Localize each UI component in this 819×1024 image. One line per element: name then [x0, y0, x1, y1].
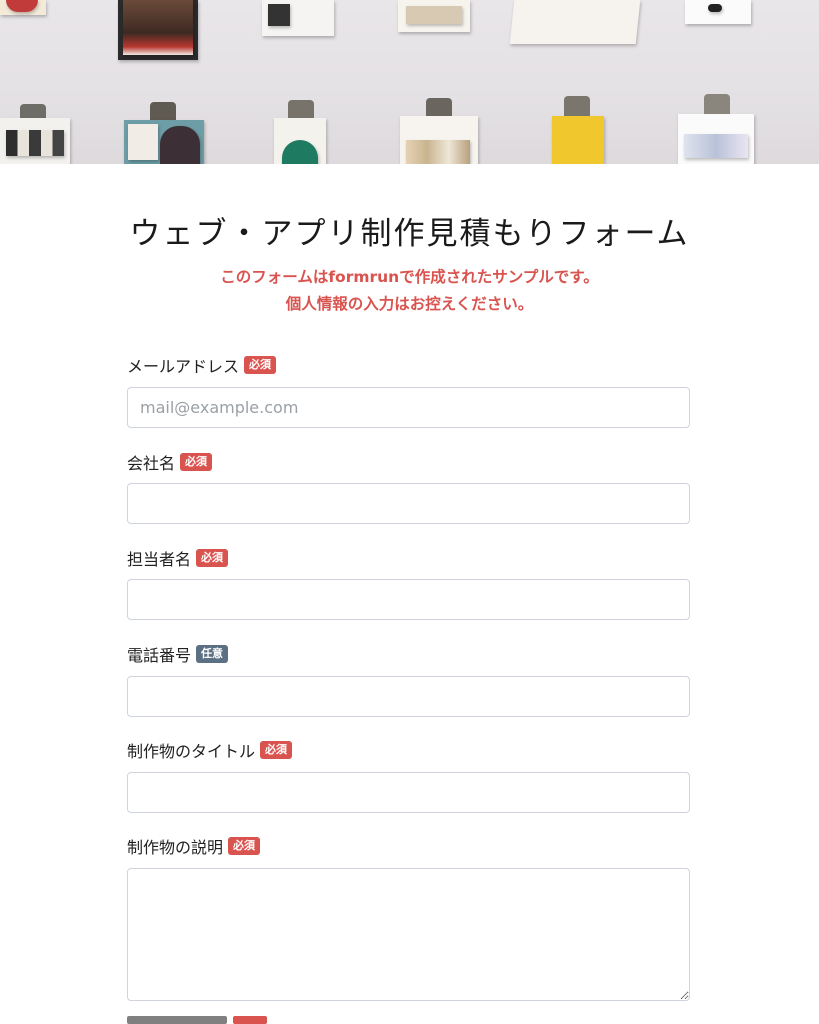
required-badge: 必須 [228, 837, 261, 855]
contact-name-input[interactable] [127, 579, 690, 620]
product-title-label-row: 制作物のタイトル 必須 [127, 738, 293, 762]
required-badge: 必須 [180, 453, 213, 471]
header-banner-image [0, 0, 819, 164]
company-input[interactable] [127, 483, 690, 524]
cutoff-label-text [127, 1016, 227, 1024]
page: ウェブ・アプリ制作見積もりフォーム このフォームはformrunで作成されたサン… [0, 0, 819, 1024]
contact-name-label: 担当者名 [127, 550, 192, 569]
company-label: 会社名 [127, 454, 176, 473]
phone-label-row: 電話番号 任意 [127, 642, 229, 666]
product-title-label: 制作物のタイトル [127, 742, 256, 761]
required-badge: 必須 [260, 741, 293, 759]
phone-input[interactable] [127, 676, 690, 717]
email-input[interactable] [127, 387, 690, 428]
product-description-textarea[interactable] [127, 868, 690, 1001]
product-title-input[interactable] [127, 772, 690, 813]
sample-notice-line1: このフォームはformrunで作成されたサンプルです。 [220, 268, 599, 286]
company-label-row: 会社名 必須 [127, 450, 213, 474]
email-label-row: メールアドレス 必須 [127, 353, 277, 377]
contact-name-label-row: 担当者名 必須 [127, 546, 229, 570]
phone-label: 電話番号 [127, 646, 192, 665]
form-title: ウェブ・アプリ制作見積もりフォーム [129, 216, 690, 252]
sample-notice-line2: 個人情報の入力はお控えください。 [285, 295, 534, 313]
required-badge: 必須 [244, 356, 277, 374]
product-description-label-row: 制作物の説明 必須 [127, 834, 261, 858]
cutoff-required-badge [233, 1016, 267, 1024]
next-field-label-cutoff [127, 1016, 267, 1024]
optional-badge: 任意 [196, 645, 229, 663]
required-badge: 必須 [196, 549, 229, 567]
product-description-label: 制作物の説明 [127, 838, 224, 857]
email-label: メールアドレス [127, 357, 240, 376]
